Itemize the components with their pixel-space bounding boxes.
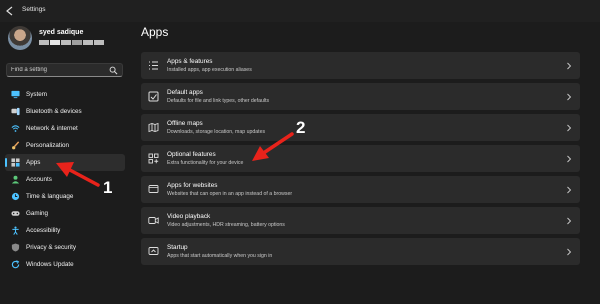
card-subtitle: Downloads, storage location, map updates	[167, 129, 266, 135]
chevron-right-icon	[567, 217, 572, 225]
card-subtitle: Apps that start automatically when you s…	[167, 253, 273, 259]
sidebar-item-bluetooth-devices[interactable]: Bluetooth & devices	[5, 103, 125, 120]
sidebar-item-windows-update[interactable]: Windows Update	[5, 256, 125, 273]
chevron-right-icon	[567, 62, 572, 70]
card-title: Video playback	[167, 213, 211, 220]
card-startup[interactable]: Startup Apps that start automatically wh…	[141, 238, 580, 265]
sidebar-item-label: Accounts	[26, 176, 52, 183]
profile-name: syed sadique	[39, 29, 84, 36]
card-subtitle: Defaults for file and link types, other …	[167, 98, 270, 104]
sidebar-item-gaming[interactable]: Gaming	[5, 205, 125, 222]
card-apps-for-websites[interactable]: Apps for websites Websites that can open…	[141, 176, 580, 203]
sidebar-item-label: Gaming	[26, 210, 49, 217]
accessibility-icon	[12, 226, 19, 235]
sidebar-item-label: Windows Update	[26, 261, 74, 268]
sidebar-item-label: Apps	[26, 159, 41, 166]
profile-email-redacted	[39, 40, 104, 45]
sidebar-item-label: Time & language	[26, 193, 74, 200]
wifi-icon	[11, 125, 20, 132]
web-app-icon	[148, 185, 159, 193]
default-apps-icon	[148, 91, 159, 102]
sidebar-item-personalization[interactable]: Personalization	[5, 137, 125, 154]
update-icon	[11, 260, 20, 269]
sidebar-item-system[interactable]: System	[5, 86, 125, 103]
card-subtitle: Websites that can open in an app instead…	[167, 191, 293, 197]
card-title: Startup	[167, 244, 188, 251]
window-title: Settings	[22, 6, 46, 13]
search-icon[interactable]	[109, 66, 118, 75]
brush-icon	[12, 141, 20, 150]
annotation-number-1: 1	[103, 178, 113, 197]
card-default-apps[interactable]: Default apps Defaults for file and link …	[141, 83, 580, 110]
sidebar-item-label: Accessibility	[26, 227, 61, 234]
card-subtitle: Video adjustments, HDR streaming, batter…	[167, 222, 285, 228]
avatar	[8, 26, 32, 50]
sidebar-item-label: Bluetooth & devices	[26, 108, 82, 115]
annotation-number-2: 2	[296, 118, 306, 137]
user-profile[interactable]: syed sadique	[8, 26, 133, 66]
chevron-right-icon	[567, 248, 572, 256]
settings-card-list: Apps & features Installed apps, app exec…	[141, 52, 580, 269]
card-title: Default apps	[167, 89, 203, 96]
page-title: Apps	[141, 25, 169, 39]
sidebar-item-network-internet[interactable]: Network & internet	[5, 120, 125, 137]
card-optional-features[interactable]: Optional features Extra functionality fo…	[141, 145, 580, 172]
monitor-icon	[11, 90, 20, 99]
card-subtitle: Extra functionality for your device	[167, 160, 244, 166]
sidebar: syed sadique System Bluetooth & devices	[0, 22, 133, 304]
chevron-right-icon	[567, 124, 572, 132]
card-title: Optional features	[167, 151, 216, 158]
sidebar-item-label: Personalization	[26, 142, 70, 149]
shield-icon	[11, 243, 20, 252]
sidebar-item-apps[interactable]: Apps	[5, 154, 125, 171]
controller-icon	[11, 211, 20, 216]
sidebar-item-label: Privacy & security	[26, 244, 77, 251]
card-video-playback[interactable]: Video playback Video adjustments, HDR st…	[141, 207, 580, 234]
chevron-right-icon	[567, 93, 572, 101]
sidebar-item-label: System	[26, 91, 47, 98]
list-icon	[149, 61, 158, 70]
apps-icon	[11, 158, 20, 167]
search-box[interactable]	[6, 63, 123, 77]
search-input[interactable]	[11, 65, 107, 75]
bluetooth-icon	[11, 107, 20, 116]
card-title: Offline maps	[167, 120, 203, 127]
chevron-right-icon	[567, 186, 572, 194]
chevron-right-icon	[567, 155, 572, 163]
sidebar-item-label: Network & internet	[26, 125, 78, 132]
startup-icon	[148, 247, 159, 255]
title-bar: Settings	[0, 0, 600, 22]
card-title: Apps for websites	[167, 182, 218, 189]
grid-plus-icon	[148, 153, 159, 164]
card-apps-features[interactable]: Apps & features Installed apps, app exec…	[141, 52, 580, 79]
sidebar-item-privacy-security[interactable]: Privacy & security	[5, 239, 125, 256]
back-arrow-icon[interactable]	[4, 5, 16, 17]
card-title: Apps & features	[167, 58, 213, 65]
card-offline-maps[interactable]: Offline maps Downloads, storage location…	[141, 114, 580, 141]
card-subtitle: Installed apps, app execution aliases	[167, 67, 252, 73]
video-icon	[148, 217, 159, 224]
globe-clock-icon	[11, 192, 20, 201]
map-icon	[148, 122, 159, 133]
person-icon	[11, 175, 20, 184]
sidebar-item-accessibility[interactable]: Accessibility	[5, 222, 125, 239]
